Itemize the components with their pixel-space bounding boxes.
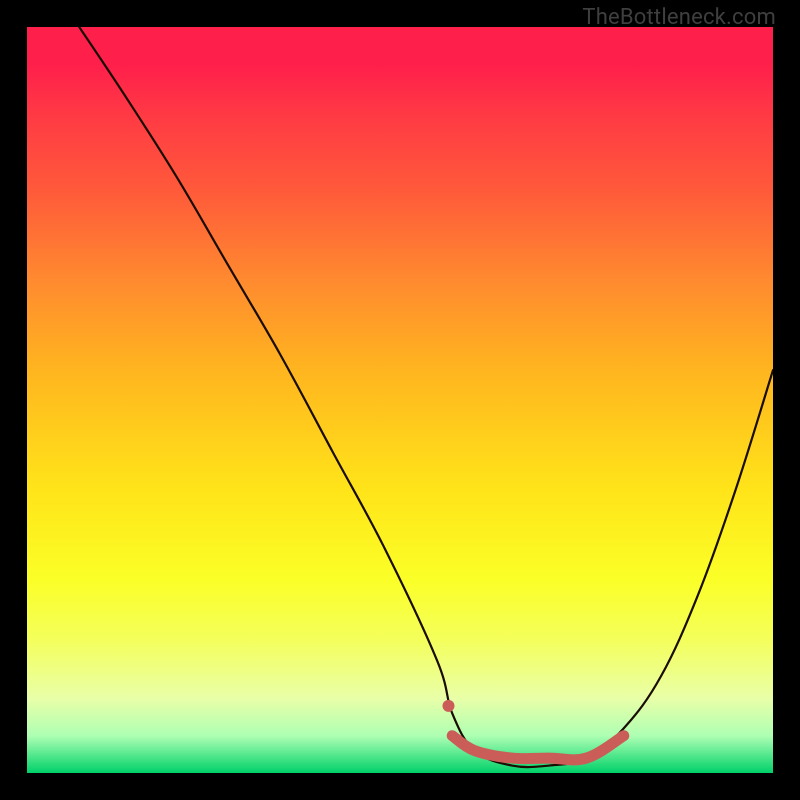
bottom-border [0,773,800,800]
curve-line [79,27,773,767]
highlight-start-dot [442,700,454,712]
watermark-text: TheBottleneck.com [582,5,776,30]
highlight-segment [452,736,624,760]
plot-area [27,27,773,773]
chart-svg [27,27,773,773]
chart-frame: TheBottleneck.com [0,0,800,800]
